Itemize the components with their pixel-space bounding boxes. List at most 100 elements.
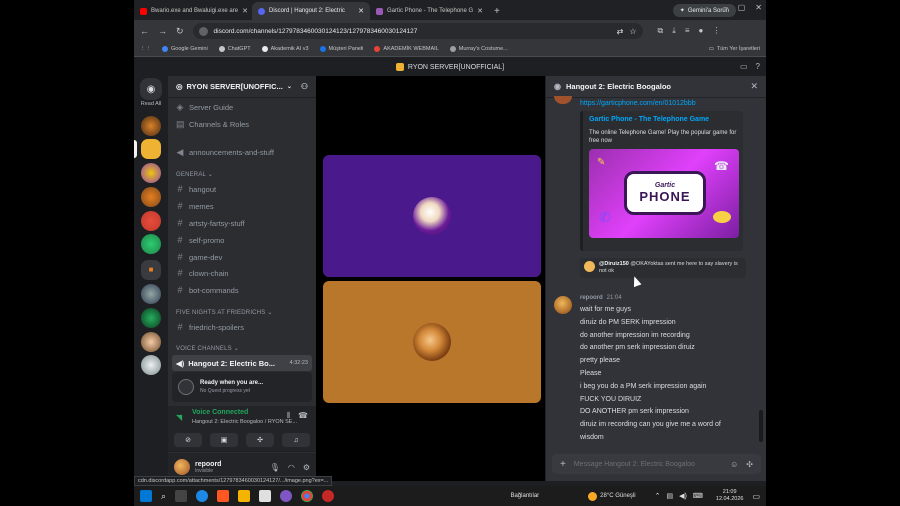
add-user-icon[interactable]: ⚇ [301,82,308,91]
extensions-icon[interactable]: ⧉ [658,26,664,36]
server-icon-ryon[interactable] [141,139,161,159]
app-icon-2[interactable] [280,490,293,502]
server-icon-9[interactable] [141,308,161,328]
tab-bwario[interactable]: Bwario.exe and Bwaluigi.exe are ✕ [134,2,252,20]
server-icon-6[interactable] [141,234,161,254]
camera-off-button[interactable]: ⊘ [174,433,202,447]
avatar[interactable] [554,296,572,314]
server-icon-5[interactable] [141,211,161,231]
channel-server-guide[interactable]: ◈ Server Guide [176,102,234,113]
close-icon[interactable]: ✕ [358,7,364,15]
reload-icon[interactable]: ↻ [176,26,184,37]
server-icon-11[interactable] [141,355,161,375]
links-toolbar[interactable]: Bağlantılar [510,493,539,499]
bookmark-gemini[interactable]: Google Gemini [162,46,208,52]
help-icon[interactable]: ? [756,62,760,71]
category-voice[interactable]: VOICE CHANNELS ⌄ [176,345,239,352]
bookmark-musteri[interactable]: Müşteri Paneli [319,46,363,52]
forward-icon[interactable]: → [158,26,167,36]
channel-clown-chain[interactable]: # clown-chain [176,268,228,278]
channel-bot-commands[interactable]: # bot-commands [176,285,238,295]
server-icon-3[interactable] [141,163,161,183]
language-icon[interactable]: ⌨ [693,492,703,500]
category-fnaf[interactable]: FIVE NIGHTS AT FRIEDRICHS ⌄ [176,309,273,316]
recorder-icon[interactable] [322,490,335,502]
search-icon[interactable]: ⌕ [161,491,166,502]
embed-image[interactable]: Gartic PHONE ✆ ☎ ✎ [589,149,739,238]
clock[interactable]: 21:09 12.04.2026 [716,489,744,503]
notification-icon[interactable]: ▭ [752,492,760,501]
microphone-icon[interactable]: 🎙 [270,463,280,472]
tab-gartic[interactable]: Gartic Phone - The Telephone G ✕ [370,2,488,20]
category-general[interactable]: GENERAL ⌄ [176,171,213,178]
server-icon-1[interactable] [141,116,161,136]
server-header[interactable]: ◎ RYON SERVER[UNOFFIC... ⌄ ⚇ [168,76,316,98]
close-icon[interactable]: ✕ [242,7,248,15]
minimize-icon[interactable]: – [723,3,727,12]
close-icon[interactable]: ✕ [750,81,758,92]
signal-icon[interactable]: ◥ [176,413,186,423]
discord-home-button[interactable]: ◉ [140,78,162,100]
profile-icon[interactable]: ● [698,26,703,36]
windows-start-icon[interactable] [140,490,152,502]
apps-icon[interactable]: ⋮⋮ [140,46,151,52]
channel-game-dev[interactable]: # game-dev [176,252,222,262]
quest-banner[interactable]: Ready when you are... No Quest progress … [172,372,312,402]
channel-friedrich-spoilers[interactable]: # friedrich-spoilers [176,322,244,332]
plus-icon[interactable]: + [560,459,566,470]
screen-share-button[interactable]: ▣ [210,433,238,447]
noise-suppression-icon[interactable]: ⫴ [287,411,290,421]
site-info-icon[interactable] [198,26,208,36]
bookmark-star-icon[interactable]: ☆ [629,27,636,36]
avatar[interactable] [554,96,572,104]
bookmark-akademik-ai[interactable]: Akademik AI v3 [261,46,309,52]
download-icon[interactable]: ⤓ [672,26,676,36]
channel-memes[interactable]: # memes [176,201,213,211]
server-icon-8[interactable] [141,284,161,304]
inbox-icon[interactable]: ▭ [740,62,748,71]
avatar[interactable] [174,459,190,475]
translate-icon[interactable]: ⇄ [617,27,624,36]
emoji-icon[interactable]: ☺ [730,460,738,469]
apps-icon[interactable]: ✣ [746,460,753,469]
participant-tile-2[interactable] [323,281,541,403]
bookmark-chatgpt[interactable]: ChatGPT [218,46,251,52]
new-tab-button[interactable]: + [488,2,506,20]
chrome-icon[interactable] [301,490,314,502]
channel-announcements[interactable]: ◀ announcements-and-stuff [176,147,274,158]
disconnect-icon[interactable]: ☎ [298,411,308,421]
activities-button[interactable]: ✣ [246,433,274,447]
voice-channel-hangout-2[interactable]: ◀) Hangout 2: Electric Bo... 4:32:23 [172,355,312,371]
server-icon-4[interactable] [141,187,161,207]
url-input[interactable]: discord.com/channels/1279783460030124123… [192,23,643,39]
channel-artsty[interactable]: # artsty-fartsy-stuff [176,218,244,228]
microsoft-store-icon[interactable] [217,490,230,502]
network-icon[interactable]: ▤ [666,492,673,500]
message-link[interactable]: https://garticphone.com/en/01012bbb [580,100,696,107]
menu-icon[interactable]: ⋮ [712,26,720,36]
bookmark-murrays[interactable]: Murray's Costume... [449,46,508,52]
participant-tile-1[interactable] [323,155,541,277]
scrollbar[interactable] [759,410,763,442]
embed-title[interactable]: Gartic Phone - The Telephone Game [589,116,737,123]
file-explorer-icon[interactable] [238,490,251,502]
tab-discord[interactable]: Discord | Hangout 2: Electric ✕ [252,2,370,20]
channel-self-promo[interactable]: # self-promo [176,235,224,245]
back-icon[interactable]: ← [140,26,149,36]
gear-icon[interactable]: ⚙ [303,463,310,472]
all-bookmarks[interactable]: ▭ Tüm Yer İşaretleri [709,46,760,52]
headphones-icon[interactable]: ◠ [288,463,295,472]
channel-hangout[interactable]: # hangout [176,184,216,194]
app-icon[interactable] [259,490,272,502]
reply-message[interactable]: @Diruiz150 @OKAYoktas sent me here to sa… [580,258,746,278]
weather-widget[interactable]: 28°C Güneşli [588,491,636,501]
maximize-icon[interactable]: ▢ [738,3,746,12]
close-window-icon[interactable]: ✕ [755,3,762,12]
channel-channels-roles[interactable]: ▤ Channels & Roles [176,119,249,130]
task-view-icon[interactable] [175,490,188,502]
close-icon[interactable]: ✕ [477,7,483,15]
chevron-up-icon[interactable]: ⌃ [655,492,661,500]
server-folder[interactable]: ■ [141,260,161,280]
read-all-button[interactable]: Read All [136,101,166,107]
server-icon-10[interactable] [141,332,161,352]
